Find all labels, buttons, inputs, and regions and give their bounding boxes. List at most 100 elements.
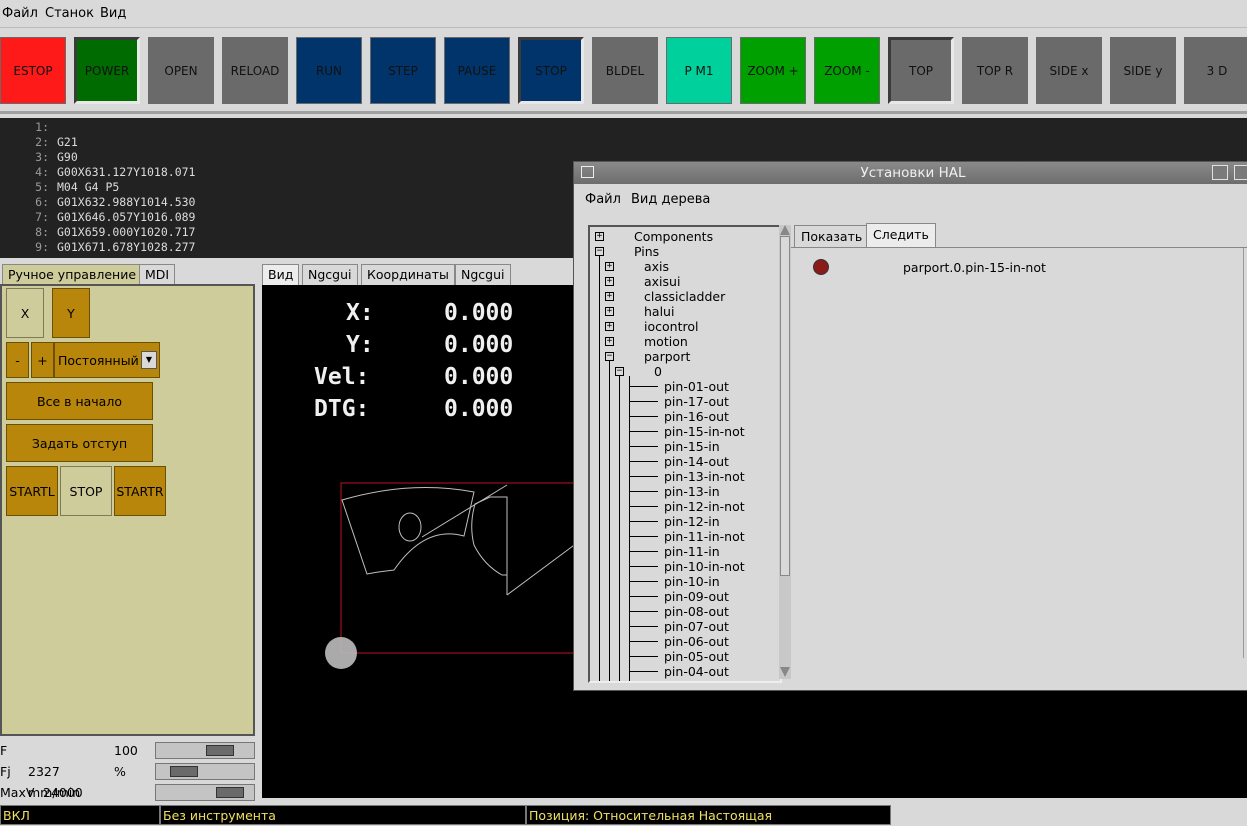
tree-leaf-pin[interactable]: pin-05-out	[664, 649, 729, 664]
tree-leaf-pin[interactable]: pin-11-in-not	[664, 529, 745, 544]
tree-node-parport[interactable]: parport	[644, 349, 690, 364]
tab-preview[interactable]: Вид	[262, 264, 300, 285]
open-button[interactable]: OPEN	[148, 37, 214, 104]
tree-leaf-pin[interactable]: pin-15-in	[664, 439, 720, 454]
gcode-line[interactable]: 6: G01X632.988Y1014.530	[0, 195, 195, 210]
gcode-line[interactable]: 1:	[0, 120, 57, 135]
menu-file[interactable]: Файл	[2, 6, 38, 21]
window-menu-icon[interactable]	[581, 166, 594, 178]
tree-collapse-icon[interactable]: −	[595, 247, 604, 256]
tree-node-pins[interactable]: Pins	[634, 244, 659, 259]
tree-node-components[interactable]: Components	[634, 229, 713, 244]
tree-leaf-pin[interactable]: pin-10-in-not	[664, 559, 745, 574]
scroll-up-icon[interactable]	[780, 225, 790, 235]
tree-collapse-icon[interactable]: −	[605, 352, 614, 361]
tree-scrollbar[interactable]	[779, 225, 791, 679]
tree-leaf-pin[interactable]: pin-11-in	[664, 544, 720, 559]
maximize-icon[interactable]	[1234, 165, 1247, 180]
tree-node-motion[interactable]: motion	[644, 334, 688, 349]
tree-leaf-pin[interactable]: pin-13-in	[664, 484, 720, 499]
jog-plus-button[interactable]: +	[31, 342, 54, 378]
startl-button[interactable]: STARTL	[6, 466, 58, 516]
step-button[interactable]: STEP	[370, 37, 436, 104]
jog-increment-select[interactable]: Постоянный ▼	[54, 342, 160, 378]
tree-leaf-pin[interactable]: pin-12-in	[664, 514, 720, 529]
slider-thumb[interactable]	[170, 766, 198, 777]
tab-watch[interactable]: Следить	[866, 223, 936, 248]
tree-leaf-pin[interactable]: pin-13-in-not	[664, 469, 745, 484]
tree-leaf-pin[interactable]: pin-09-out	[664, 589, 729, 604]
axis-y-button[interactable]: Y	[52, 288, 90, 338]
minimize-icon[interactable]	[1212, 165, 1228, 180]
view-3d-button[interactable]: 3 D	[1184, 37, 1247, 104]
optional-stop-button[interactable]: P M1	[666, 37, 732, 104]
gcode-line[interactable]: 5: M04 G4 P5	[0, 180, 119, 195]
tree-leaf-pin[interactable]: pin-04-out	[664, 664, 729, 679]
reload-button[interactable]: RELOAD	[222, 37, 288, 104]
tree-leaf-pin[interactable]: pin-15-in-not	[664, 424, 745, 439]
tree-collapse-icon[interactable]: −	[615, 367, 624, 376]
axis-x-button[interactable]: X	[6, 288, 44, 338]
tree-leaf-pin[interactable]: pin-07-out	[664, 619, 729, 634]
hal-tree-view[interactable]: + Components − Pins + axis + axisui + classicladd…	[588, 225, 782, 683]
jog-minus-button[interactable]: -	[6, 342, 29, 378]
tree-node-classicladder[interactable]: classicladder	[644, 289, 725, 304]
scroll-down-icon[interactable]	[780, 667, 790, 677]
block-delete-button[interactable]: BLDEL	[592, 37, 658, 104]
hal-menu-tree-view[interactable]: Вид дерева	[631, 192, 710, 207]
tree-node-halui[interactable]: halui	[644, 304, 674, 319]
tree-node-iocontrol[interactable]: iocontrol	[644, 319, 698, 334]
tab-manual-control[interactable]: Ручное управление	[2, 264, 143, 285]
tree-leaf-pin[interactable]: pin-01-out	[664, 379, 729, 394]
pause-button[interactable]: PAUSE	[444, 37, 510, 104]
tree-node-parport-0[interactable]: 0	[654, 364, 662, 379]
feed-override-slider[interactable]	[155, 742, 255, 759]
hal-menu-file[interactable]: Файл	[585, 192, 621, 207]
tree-expand-icon[interactable]: +	[605, 292, 614, 301]
run-button[interactable]: RUN	[296, 37, 362, 104]
tree-leaf-pin[interactable]: pin-14-out	[664, 454, 729, 469]
tree-expand-icon[interactable]: +	[605, 277, 614, 286]
tree-expand-icon[interactable]: +	[595, 232, 604, 241]
chevron-down-icon[interactable]: ▼	[141, 351, 157, 369]
tree-leaf-pin[interactable]: pin-06-out	[664, 634, 729, 649]
zoom-in-button[interactable]: ZOOM +	[740, 37, 806, 104]
scroll-thumb[interactable]	[780, 236, 790, 576]
zoom-out-button[interactable]: ZOOM -	[814, 37, 880, 104]
tree-leaf-pin[interactable]: pin-08-out	[664, 604, 729, 619]
gcode-line[interactable]: 3: G90	[0, 150, 78, 165]
view-side-x-button[interactable]: SIDE x	[1036, 37, 1102, 104]
tree-node-axis[interactable]: axis	[644, 259, 669, 274]
tab-ngcgui-1[interactable]: Ngcgui	[302, 264, 358, 285]
tree-expand-icon[interactable]: +	[605, 337, 614, 346]
watch-scrollbar[interactable]	[1243, 248, 1247, 658]
stop-spindle-button[interactable]: STOP	[60, 466, 112, 516]
gcode-line[interactable]: 8: G01X659.000Y1020.717	[0, 225, 195, 240]
tree-leaf-pin[interactable]: pin-17-out	[664, 394, 729, 409]
home-all-button[interactable]: Все в начало	[6, 382, 153, 420]
view-top-button[interactable]: TOP	[888, 37, 954, 104]
startr-button[interactable]: STARTR	[114, 466, 166, 516]
tree-expand-icon[interactable]: +	[605, 307, 614, 316]
gcode-line[interactable]: 4: G00X631.127Y1018.071	[0, 165, 195, 180]
gcode-line[interactable]: 2: G21	[0, 135, 78, 150]
menu-view[interactable]: Вид	[100, 6, 126, 21]
tree-expand-icon[interactable]: +	[605, 262, 614, 271]
estop-button[interactable]: ESTOP	[0, 37, 66, 104]
slider-thumb[interactable]	[216, 787, 244, 798]
power-button[interactable]: POWER	[74, 37, 140, 104]
tab-coordinates[interactable]: Координаты	[361, 264, 455, 285]
tab-ngcgui-2[interactable]: Ngcgui	[455, 264, 511, 285]
tree-expand-icon[interactable]: +	[605, 322, 614, 331]
tab-mdi[interactable]: MDI	[139, 264, 176, 285]
touch-off-button[interactable]: Задать отступ	[6, 424, 153, 462]
stop-button[interactable]: STOP	[518, 37, 584, 104]
tree-leaf-pin[interactable]: pin-10-in	[664, 574, 720, 589]
max-velocity-slider[interactable]	[155, 784, 255, 801]
tree-node-axisui[interactable]: axisui	[644, 274, 680, 289]
jog-speed-slider[interactable]	[155, 763, 255, 780]
tree-leaf-pin[interactable]: pin-12-in-not	[664, 499, 745, 514]
tab-show[interactable]: Показать	[794, 225, 870, 248]
slider-thumb[interactable]	[206, 745, 234, 756]
gcode-line[interactable]: 9: G01X671.678Y1028.277	[0, 240, 195, 255]
